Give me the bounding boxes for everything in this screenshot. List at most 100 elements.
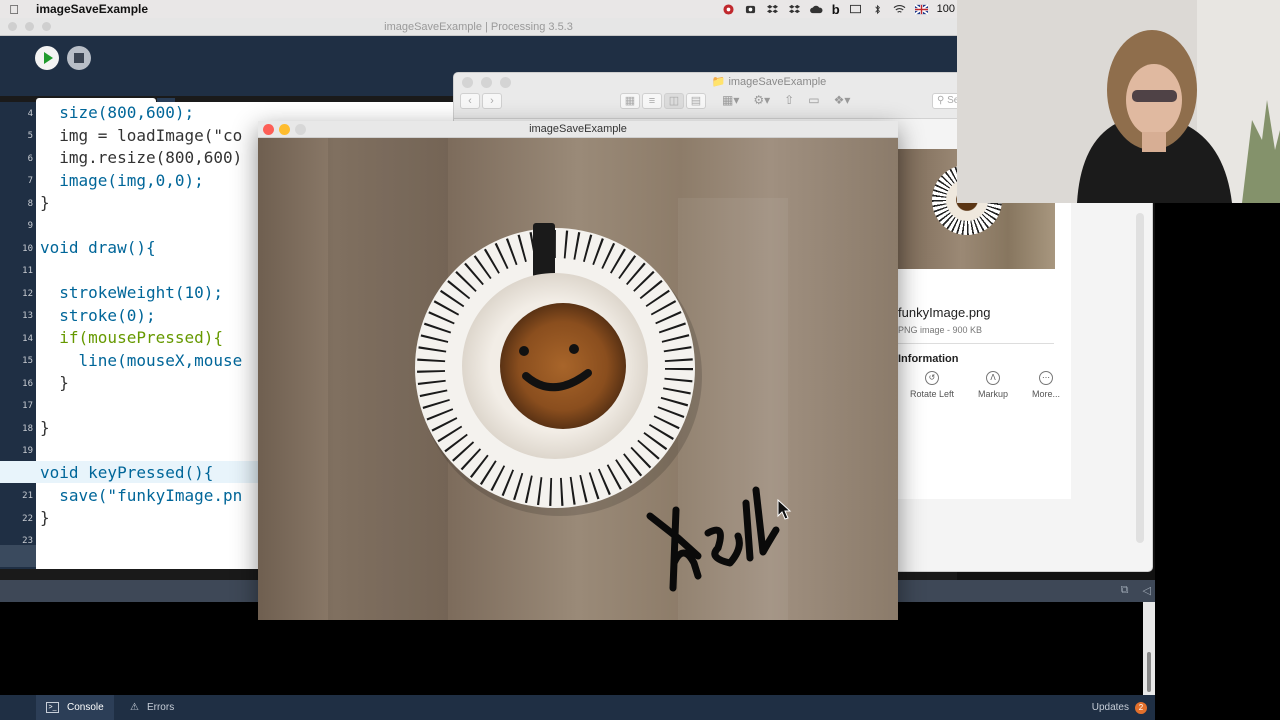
console-scrollbar[interactable]	[1143, 602, 1155, 695]
code-line-5[interactable]: img = loadImage("co	[40, 125, 242, 147]
tab-errors[interactable]: ⚠ Errors	[120, 695, 184, 720]
line-number: 23	[22, 536, 33, 546]
gallery-view-button[interactable]: ▤	[686, 93, 706, 109]
preview-file-info: PNG image - 900 KB	[898, 325, 983, 335]
camera-icon[interactable]	[744, 4, 757, 15]
code-line-10[interactable]: void draw(){	[40, 237, 156, 259]
preview-divider	[898, 343, 1054, 344]
code-line-16[interactable]: }	[40, 372, 69, 394]
code-line-18-text: }	[40, 418, 50, 437]
record-icon[interactable]	[722, 3, 735, 15]
uk-flag-icon[interactable]	[914, 3, 928, 15]
copy-icon[interactable]: ⧉	[1121, 584, 1129, 597]
tab-errors-label: Errors	[146, 702, 175, 713]
wifi-icon[interactable]	[893, 4, 906, 15]
search-icon: ⚲	[937, 95, 945, 106]
console-footer: >_ Console ⚠ Errors Updates 2	[0, 695, 1155, 720]
updates-label: Updates	[1091, 702, 1129, 713]
code-line-12[interactable]: strokeWeight(10);	[40, 282, 223, 304]
line-number: 10	[22, 244, 33, 254]
updates-button[interactable]: Updates 2	[1092, 695, 1147, 720]
processing-titlebar: imageSaveExample | Processing 3.5.3	[0, 18, 957, 36]
menu-app-name[interactable]: imageSaveExample	[36, 2, 148, 16]
code-line-4-text: size(800,600);	[40, 103, 195, 122]
stop-button[interactable]	[67, 46, 91, 70]
message-bar-icons: ⧉ ◁	[1121, 584, 1151, 597]
line-number: 17	[22, 401, 33, 411]
code-line-6[interactable]: img.resize(800,600)	[40, 147, 242, 169]
code-line-21[interactable]: save("funkyImage.pn	[40, 485, 242, 507]
code-line-4[interactable]: size(800,600);	[40, 102, 194, 124]
zoom-icon[interactable]	[42, 22, 51, 31]
processing-window-title: imageSaveExample | Processing 3.5.3	[384, 21, 573, 33]
line-number: 4	[27, 109, 33, 119]
code-line-6-text: img.resize(800,600)	[40, 148, 243, 167]
smiley-right-eye	[569, 344, 579, 354]
code-line-15[interactable]: line(mouseX,mouse	[40, 350, 243, 372]
code-line-14-text: if(mousePressed){	[40, 328, 224, 347]
code-line-20[interactable]: void keyPressed(){	[40, 462, 213, 484]
smiley-left-eye	[519, 346, 529, 356]
apple-icon[interactable]: 	[0, 2, 28, 17]
bold-b-icon[interactable]: b	[832, 2, 840, 17]
line-number: 16	[22, 379, 33, 389]
run-button[interactable]	[35, 46, 59, 70]
code-line-15-text: line(mouseX,mouse	[40, 351, 243, 370]
dropbox-alt-icon[interactable]	[788, 4, 801, 15]
forward-button[interactable]: ›	[482, 93, 502, 109]
gear-icon[interactable]: ⚙▾	[753, 93, 770, 107]
code-line-20-text: void keyPressed(){	[40, 463, 214, 482]
dropbox-icon[interactable]	[766, 4, 779, 15]
group-icon[interactable]: ▦▾	[722, 93, 739, 107]
code-line-7[interactable]: image(img,0,0);	[40, 170, 204, 192]
code-line-13[interactable]: stroke(0);	[40, 305, 155, 327]
code-line-8-text: }	[40, 193, 50, 212]
code-line-14[interactable]: if(mousePressed){	[40, 327, 223, 349]
code-line-8[interactable]: }	[40, 192, 50, 214]
line-number: 11	[22, 266, 33, 276]
close-icon[interactable]	[8, 22, 17, 31]
code-line-12-text: strokeWeight(10);	[40, 283, 224, 302]
column-view-button[interactable]: ◫	[664, 93, 684, 109]
more-label: More...	[1031, 389, 1060, 399]
code-line-18[interactable]: }	[40, 417, 50, 439]
presenter-video	[957, 0, 1280, 203]
code-line-7-text: image(img,0,0);	[40, 171, 204, 190]
preview-file-name: funkyImage.png	[898, 305, 991, 320]
minimize-icon[interactable]	[279, 124, 290, 135]
sketch-titlebar: imageSaveExample	[258, 121, 898, 138]
line-number: 21	[22, 491, 33, 501]
preview-actions: ↺ Rotate Left Λ Markup ⋯ More...	[898, 371, 1072, 411]
zoom-icon[interactable]	[295, 124, 306, 135]
updates-badge: 2	[1135, 701, 1147, 714]
back-button[interactable]: ‹	[460, 93, 480, 109]
display-icon[interactable]	[849, 4, 862, 15]
line-number: 6	[27, 154, 33, 164]
console-icon: >_	[46, 702, 59, 713]
cloud-icon[interactable]	[809, 4, 823, 15]
line-number: 22	[22, 514, 33, 524]
finder-scrollbar[interactable]	[1136, 213, 1144, 543]
share-icon[interactable]: ⇧	[784, 93, 794, 107]
list-view-button[interactable]: ≡	[642, 93, 662, 109]
sketch-window-title: imageSaveExample	[529, 123, 627, 135]
sketch-canvas[interactable]	[258, 138, 898, 620]
code-line-21-text: save("funkyImage.pn	[40, 486, 243, 505]
markup-button[interactable]: Λ Markup	[978, 371, 1008, 411]
menu-bar:  imageSaveExample b 100	[0, 0, 957, 18]
more-button[interactable]: ⋯ More...	[1032, 371, 1060, 411]
minimize-icon[interactable]	[25, 22, 34, 31]
bluetooth-icon[interactable]	[871, 4, 884, 15]
rotate-left-button[interactable]: ↺ Rotate Left	[910, 371, 954, 411]
tab-console[interactable]: >_ Console	[36, 695, 114, 720]
line-number: 7	[27, 176, 33, 186]
line-number-gutter: 4 5 6 7 8 9 10 11 12 13 14 15 16 17 18 1…	[0, 102, 36, 569]
battery-percent[interactable]: 100	[937, 3, 955, 15]
icon-view-button[interactable]: ▦	[620, 93, 640, 109]
close-icon[interactable]	[263, 124, 274, 135]
dropbox-icon[interactable]: ❖▾	[834, 93, 851, 107]
cup-handle	[533, 223, 555, 278]
collapse-icon[interactable]: ◁	[1143, 584, 1151, 597]
code-line-22[interactable]: }	[40, 507, 50, 529]
tag-icon[interactable]: ▭	[808, 93, 819, 107]
